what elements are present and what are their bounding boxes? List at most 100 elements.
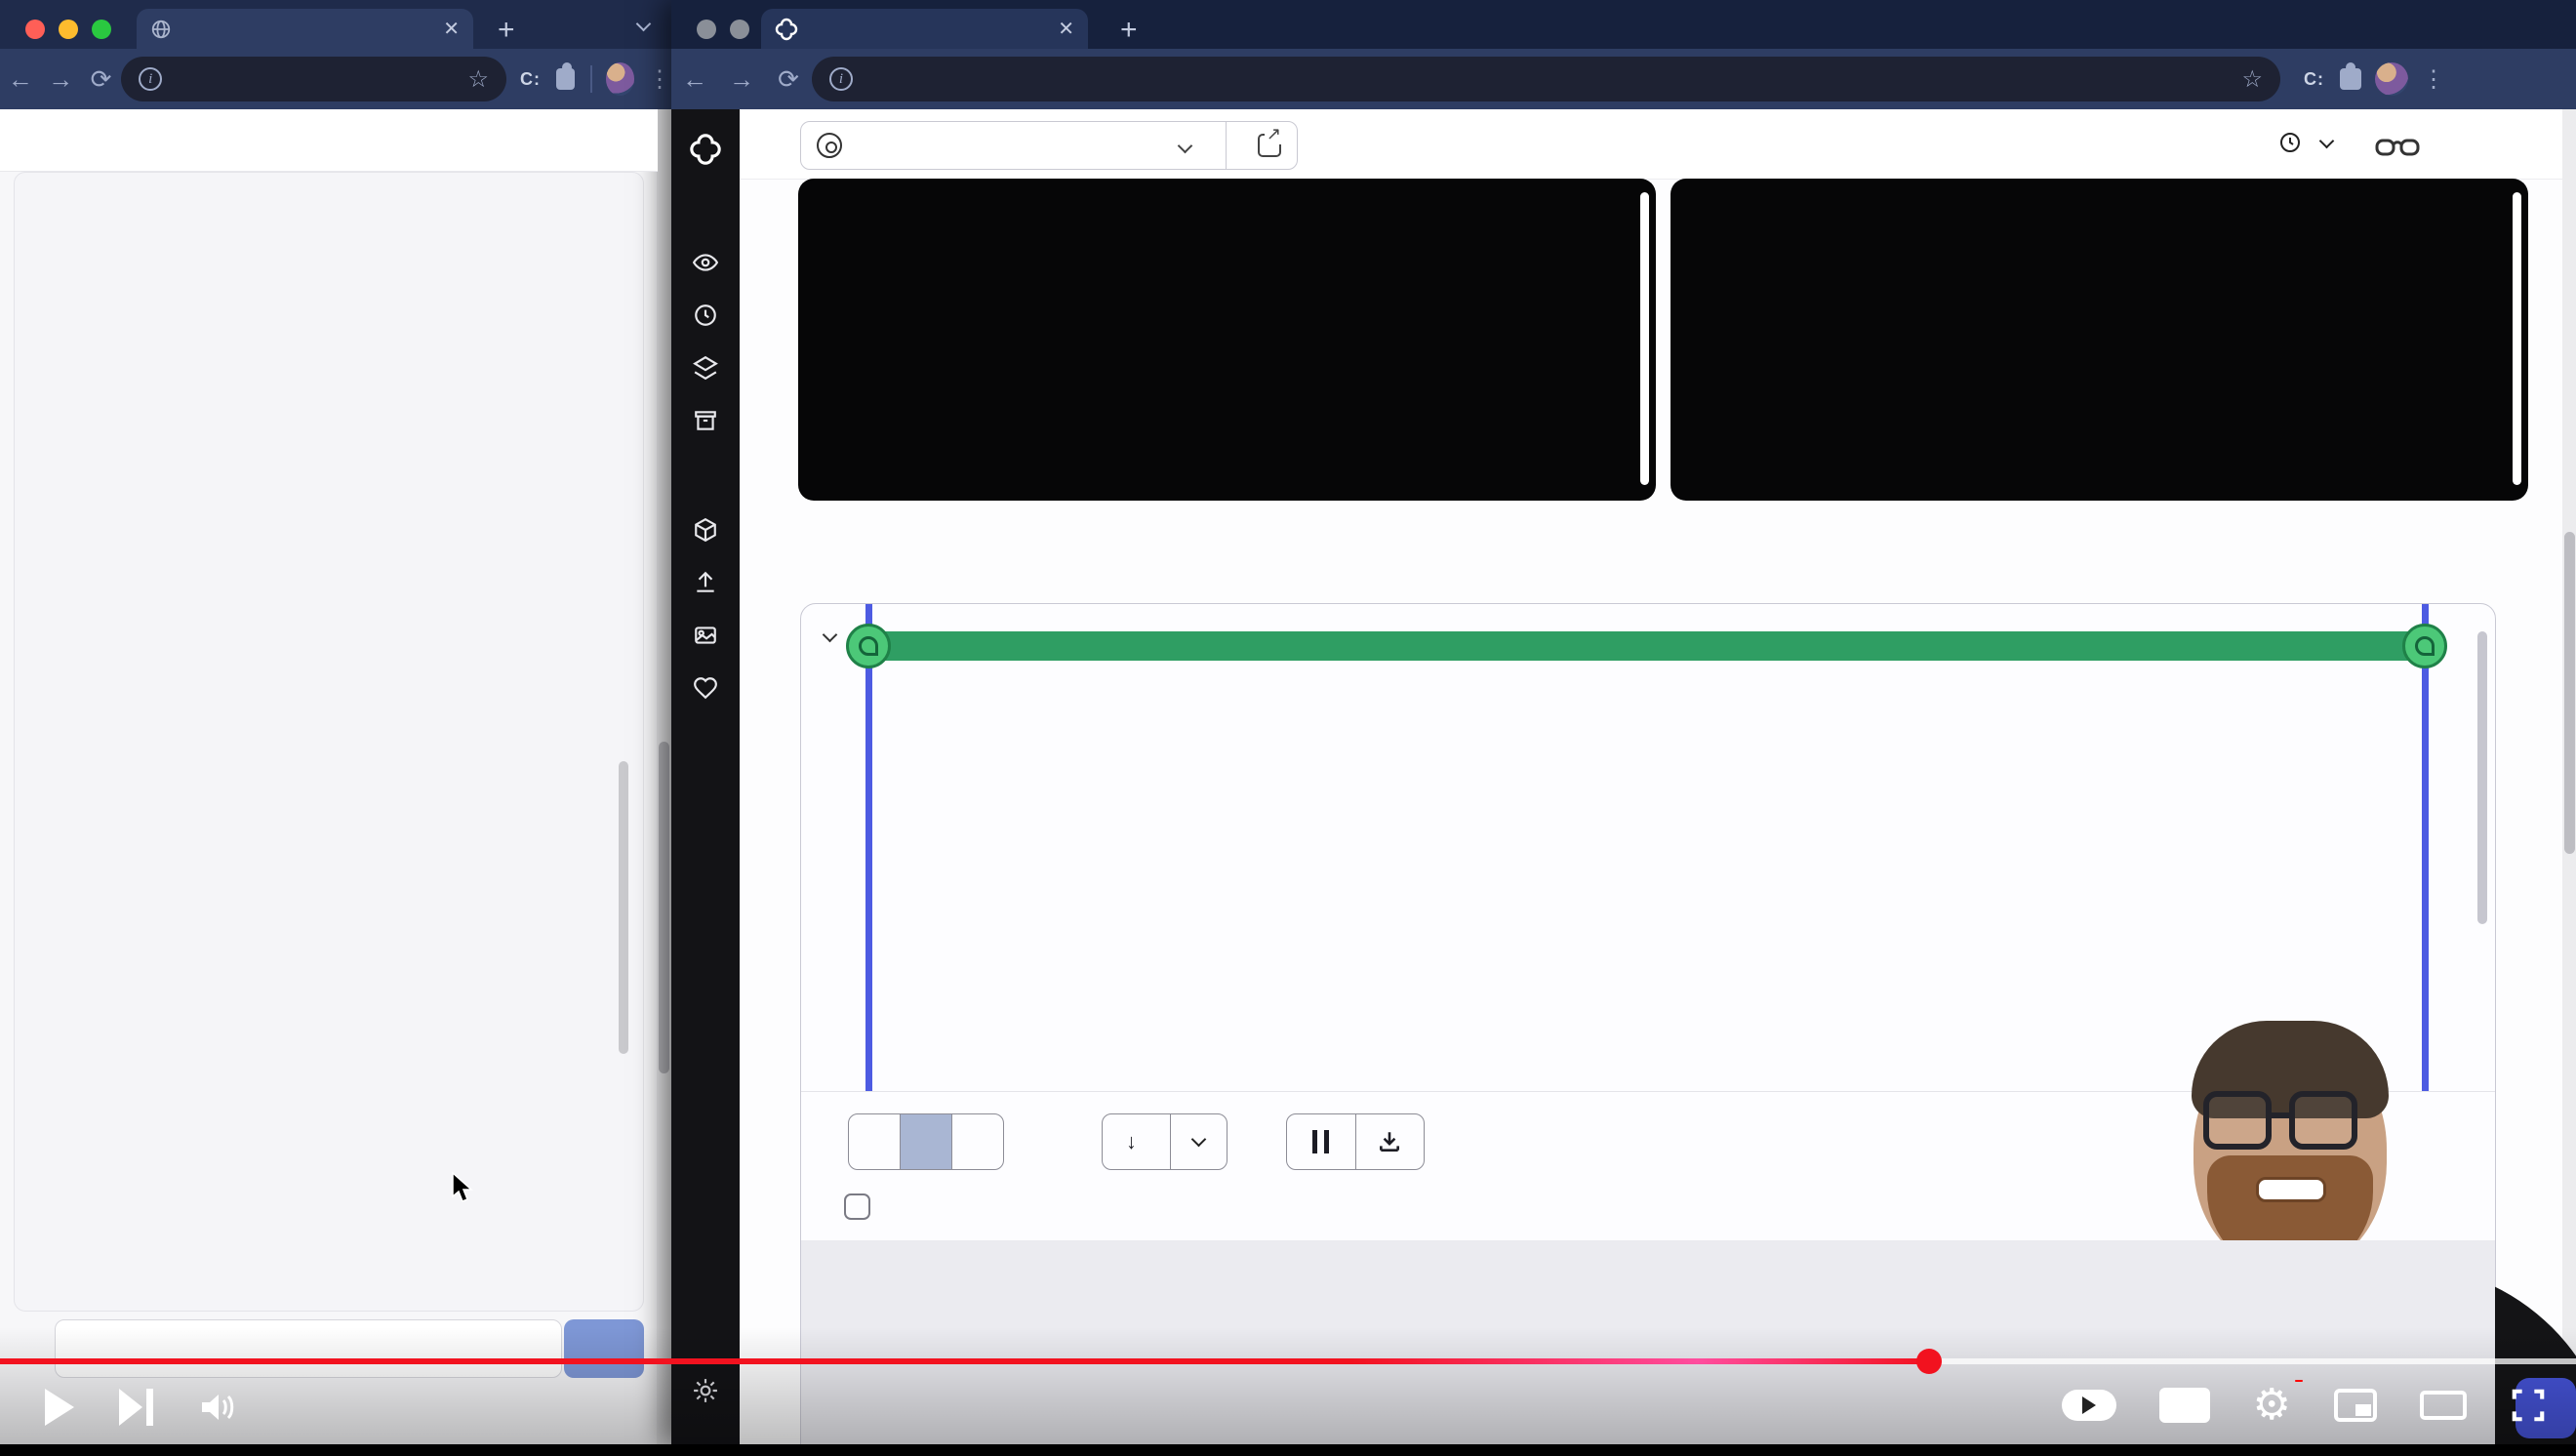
sort-order-button[interactable]: ↓ [1102,1113,1228,1170]
chevron-down-icon [2319,133,2335,148]
window-controls[interactable] [25,20,111,39]
autoplay-toggle[interactable] [2062,1390,2116,1421]
code-scrollbar[interactable] [1640,192,1649,485]
bookmark-star-icon[interactable]: ☆ [2241,65,2263,94]
new-tab-button[interactable]: + [1120,14,1138,47]
stack-layers-icon[interactable] [693,355,718,381]
back-icon[interactable]: ← [671,64,718,95]
timeline-chart[interactable] [801,604,2495,1092]
new-tab-button[interactable]: + [498,14,515,47]
view-mode-segmented-control[interactable] [848,1113,1004,1170]
next-icon[interactable] [119,1389,153,1426]
play-icon[interactable] [45,1389,74,1426]
close-window-button[interactable] [25,20,45,39]
import-upload-icon[interactable] [693,570,718,595]
hd-quality-badge [2295,1380,2303,1382]
timezone-select[interactable] [2278,131,2332,154]
workflow-start-marker[interactable] [846,624,891,668]
captions-button[interactable] [2159,1388,2210,1423]
address-bar[interactable]: i ☆ [121,57,506,101]
pause-download-group [1286,1113,1425,1170]
profile-avatar[interactable] [606,62,634,96]
collapse-timeline-chevron-icon[interactable] [823,627,838,643]
timeline-scrollbar[interactable] [2477,631,2487,924]
site-info-icon[interactable]: i [829,67,853,91]
minimize-window-button[interactable] [59,20,78,39]
code-panel-conversation-state[interactable] [1670,179,2528,501]
namespace-select[interactable] [800,121,1298,170]
timeline-start-line [865,604,872,1091]
reload-icon[interactable]: ⟳ [81,64,121,95]
right-toolbar: ← → ⟳ i ☆ C: ⋮ [671,49,2576,109]
left-browser-window: ✕ + ← → ⟳ i ☆ C: ⋮ [0,0,671,1444]
page-scrollbar-thumb[interactable] [659,742,669,1073]
right-browser-window: ✕ + ← → ⟳ i ☆ C: ⋮ [671,0,2576,1444]
extensions-puzzle-icon[interactable] [556,68,575,90]
tab-workflow-history[interactable]: ✕ [761,9,1088,49]
volume-icon[interactable] [198,1390,237,1425]
close-window-button[interactable] [697,20,716,39]
video-progress-watched [0,1358,1929,1364]
workflow-execution-bar[interactable] [868,631,2430,661]
timeline-end-line [2422,604,2429,1091]
minimize-window-button[interactable] [730,20,749,39]
fullscreen-icon[interactable] [2510,1387,2547,1424]
bookmark-star-icon[interactable]: ☆ [467,65,489,94]
feedback-heart-icon[interactable] [693,675,718,701]
address-bar[interactable]: i ☆ [812,57,2280,101]
temporal-sidebar [671,109,740,1444]
browser-menu-icon[interactable]: ⋮ [2422,65,2445,94]
code-scrollbar[interactable] [2513,192,2521,485]
browser-menu-icon[interactable]: ⋮ [648,65,671,94]
namespace-bar [740,109,2576,180]
open-namespace-icon[interactable] [1258,134,1281,157]
temporal-favicon [775,18,798,41]
profile-avatar[interactable] [2375,62,2408,96]
schedules-clock-icon[interactable] [693,303,718,328]
view-mode-compact[interactable] [900,1114,951,1169]
chevron-down-icon [1177,138,1192,153]
tab-temporal-ai-agent[interactable]: ✕ [137,9,473,49]
pending-failed-filter[interactable] [844,1193,888,1220]
temporal-logo-icon[interactable] [689,133,722,166]
checkbox-unchecked[interactable] [844,1193,870,1220]
close-tab-icon[interactable]: ✕ [1058,17,1074,41]
view-mode-json[interactable] [951,1114,1003,1169]
extension-icon[interactable]: C: [2304,69,2324,90]
workflow-end-marker[interactable] [2402,624,2447,668]
zoom-window-button[interactable] [92,20,111,39]
chat-header [0,109,658,172]
back-icon[interactable]: ← [0,64,40,95]
settings-gear-icon[interactable]: ⚙ [2253,1384,2291,1427]
image-icon[interactable] [693,623,718,648]
tab-search-chevron[interactable] [634,16,656,37]
video-progress-bar[interactable] [0,1358,2576,1364]
miniplayer-icon[interactable] [2334,1389,2377,1422]
autoplay-play-icon [2082,1396,2096,1414]
download-history-button[interactable] [1355,1114,1424,1169]
extensions-puzzle-icon[interactable] [2340,68,2361,90]
codec-cube-icon[interactable] [693,517,718,543]
history-filter-bar: ↓ [801,1100,2495,1184]
view-mode-all[interactable] [849,1114,900,1169]
site-info-icon[interactable]: i [139,67,162,91]
chat-message-list[interactable] [14,172,644,1312]
code-panel-tools-prompt[interactable] [798,179,1656,501]
reload-icon[interactable]: ⟳ [765,64,812,95]
close-tab-icon[interactable]: ✕ [443,17,460,41]
workflows-eye-icon[interactable] [693,250,718,275]
download-icon [1377,1129,1402,1154]
sort-options-chevron[interactable] [1170,1114,1227,1169]
temporal-main: ↓ [740,109,2576,1444]
mouse-cursor [451,1171,478,1204]
clock-icon [2278,131,2302,154]
extension-icon[interactable]: C: [520,69,541,90]
pause-updates-button[interactable] [1287,1114,1355,1169]
archive-box-icon[interactable] [693,408,718,433]
chat-scrollbar[interactable] [619,761,628,1054]
theater-mode-icon[interactable] [2420,1391,2467,1420]
forward-icon[interactable]: → [718,64,765,95]
labs-glasses-icon[interactable] [2375,133,2420,162]
forward-icon[interactable]: → [40,64,80,95]
page-scrollbar-thumb[interactable] [2564,532,2575,854]
